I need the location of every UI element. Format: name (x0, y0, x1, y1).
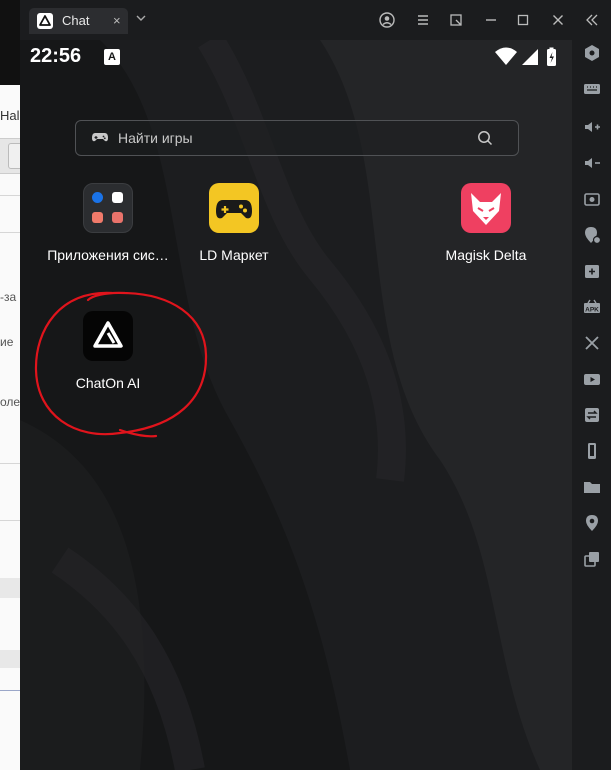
background-text: -за (0, 290, 17, 304)
mini-app-icon (92, 192, 103, 203)
folder-icon[interactable] (582, 477, 602, 497)
collapse-sidebar-icon[interactable] (583, 11, 601, 29)
settings-hexagon-icon[interactable] (582, 43, 602, 63)
background-band (0, 650, 22, 668)
app-chaton-ai[interactable]: ChatOn AI (43, 311, 173, 391)
chevron-down-icon[interactable] (134, 11, 148, 25)
svg-text:APK: APK (585, 306, 599, 313)
status-icons (493, 46, 563, 73)
search-icon[interactable] (477, 130, 493, 151)
location-gear-icon[interactable] (582, 225, 602, 245)
divider (0, 690, 22, 691)
chrome-icon (112, 192, 123, 203)
battery-icon (547, 47, 556, 66)
chaton-app-icon (37, 13, 53, 29)
game-search-bar[interactable] (75, 120, 519, 156)
cellular-signal-icon (522, 49, 538, 65)
mini-app-icon (112, 212, 123, 223)
tab-close-icon[interactable]: × (113, 12, 121, 30)
emulator-sidebar: APK (572, 40, 611, 770)
title-bar: Chat × (20, 0, 611, 40)
video-record-icon[interactable] (582, 369, 602, 389)
background-toolbar (0, 138, 24, 174)
mini-app-icon (92, 212, 103, 223)
scissors-icon[interactable] (582, 333, 602, 353)
gamepad-icon (91, 129, 109, 150)
emulator-window: Chat × 22:56 A Найти игры Приложения сис… (20, 0, 611, 770)
close-icon[interactable] (549, 11, 567, 29)
divider (0, 520, 22, 521)
volume-down-icon[interactable] (582, 153, 602, 173)
wifi-icon (495, 47, 517, 65)
keyboard-icon[interactable] (582, 79, 602, 99)
sync-icon[interactable] (582, 405, 602, 425)
pin-window-icon[interactable] (447, 11, 465, 29)
screenshot-icon[interactable] (582, 189, 602, 209)
app-label: LD Маркет (199, 247, 269, 263)
app-label: Приложения сис… (47, 247, 169, 263)
add-window-icon[interactable] (582, 261, 602, 281)
apk-install-icon[interactable]: APK (582, 297, 602, 317)
status-time: 22:56 (30, 45, 82, 67)
app-magisk-delta[interactable]: Magisk Delta (421, 183, 551, 263)
tab-chaton[interactable]: Chat × (29, 8, 128, 34)
tab-title: Chat (62, 13, 90, 28)
app-label: Magisk Delta (445, 247, 527, 263)
app-system-apps[interactable]: Приложения сис… (43, 183, 173, 263)
menu-icon[interactable] (414, 11, 432, 29)
system-apps-folder-icon (83, 183, 133, 233)
rotate-phone-icon[interactable] (582, 441, 602, 461)
notification-a-icon: A (104, 49, 120, 65)
ld-market-gamepad-icon (209, 183, 259, 233)
location-pin-icon[interactable] (582, 513, 602, 533)
volume-up-icon[interactable] (582, 117, 602, 137)
background-tab-label: Hal (0, 108, 20, 123)
search-input[interactable] (118, 121, 468, 155)
magisk-fox-icon (461, 183, 511, 233)
multi-instance-icon[interactable] (582, 549, 602, 569)
android-home-screen: 22:56 A Прилож (20, 40, 572, 770)
chaton-logo-icon (83, 311, 133, 361)
app-ld-market[interactable]: LD Маркет (169, 183, 299, 263)
divider (0, 232, 22, 233)
divider (0, 463, 22, 464)
background-text: оле (0, 395, 21, 409)
minimize-icon[interactable] (482, 11, 500, 29)
maximize-icon[interactable] (514, 11, 532, 29)
divider (0, 195, 22, 196)
background-text: ие (0, 335, 14, 349)
account-icon[interactable] (378, 11, 396, 29)
background-band (0, 578, 22, 598)
app-label: ChatOn AI (75, 375, 141, 391)
